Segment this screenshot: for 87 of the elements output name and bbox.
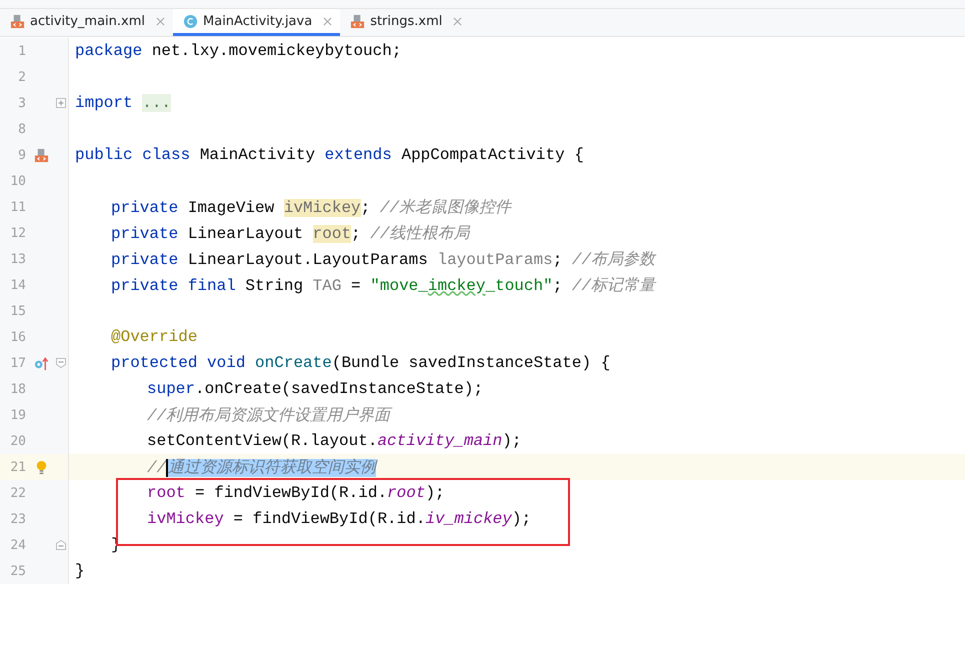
xml-file-icon xyxy=(10,14,25,28)
line-number: 19 xyxy=(9,408,26,422)
resource-id: iv_mickey xyxy=(425,510,512,528)
keyword: private xyxy=(111,198,178,216)
highlighted-identifier: root xyxy=(312,224,352,242)
keyword: public class xyxy=(75,146,190,164)
code-text: LinearLayout.LayoutParams xyxy=(186,250,429,268)
line-number: 11 xyxy=(9,200,26,214)
code-text: = findViewById(R.id. xyxy=(232,510,426,528)
line-number: 10 xyxy=(9,174,26,188)
file-tab[interactable]: MainActivity.java xyxy=(173,9,340,36)
line-number: 20 xyxy=(9,434,26,448)
code-text: ); xyxy=(512,510,532,528)
typo-word: imckey xyxy=(428,276,486,294)
code-comment: //米老鼠图像控件 xyxy=(380,198,512,216)
line-number: 24 xyxy=(9,538,26,552)
code-text: } xyxy=(75,562,85,580)
close-icon[interactable] xyxy=(453,16,462,26)
layout-file-icon[interactable] xyxy=(34,148,48,162)
code-text: MainActivity xyxy=(198,146,316,164)
keyword: package xyxy=(75,42,142,60)
method-name: onCreate xyxy=(255,354,332,372)
code-text: ; xyxy=(351,224,362,242)
code-text: LinearLayout xyxy=(186,224,304,242)
file-tab[interactable]: strings.xml xyxy=(340,9,470,36)
line-number: 8 xyxy=(17,122,26,136)
line-number: 15 xyxy=(9,304,26,318)
code-text: .onCreate(savedInstanceState); xyxy=(195,380,484,398)
class-file-icon xyxy=(183,14,198,28)
keyword: import xyxy=(75,94,134,112)
highlighted-identifier: ivMickey xyxy=(284,198,361,216)
expand-fold-icon[interactable] xyxy=(56,98,66,108)
line-number: 2 xyxy=(17,70,26,84)
line-number: 21 xyxy=(9,460,26,474)
collapse-fold-icon[interactable] xyxy=(56,540,66,550)
folded-imports: ... xyxy=(142,94,172,112)
keyword: extends xyxy=(324,146,392,164)
code-comment: // xyxy=(147,458,166,476)
string-literal: _touch" xyxy=(485,276,553,294)
annotation: @Override xyxy=(111,328,198,346)
code-text: ; xyxy=(360,198,372,216)
code-text: ; xyxy=(552,250,564,268)
keyword: private xyxy=(111,250,178,268)
keyword: private final xyxy=(111,276,236,294)
close-icon[interactable] xyxy=(156,16,166,26)
unused-identifier: layoutParams xyxy=(437,250,553,268)
line-number: 14 xyxy=(9,278,26,292)
collapse-fold-icon[interactable] xyxy=(56,358,66,368)
code-text: = findViewById(R.id. xyxy=(194,484,388,502)
code-text: (Bundle savedInstanceState) { xyxy=(332,354,610,372)
code-text: = xyxy=(350,276,362,294)
line-number: 13 xyxy=(9,252,26,266)
line-number: 25 xyxy=(9,564,26,578)
keyword: private xyxy=(111,224,178,242)
line-number: 12 xyxy=(9,226,26,240)
xml-file-icon xyxy=(350,14,366,28)
code-comment: //线性根布局 xyxy=(370,224,470,242)
code-text: AppCompatActivity { xyxy=(400,146,584,164)
code-text: net.lxy.movemickeybytouch; xyxy=(150,42,402,60)
line-number: 17 xyxy=(9,356,26,370)
keyword: protected void xyxy=(111,354,246,372)
resource-id: root xyxy=(387,484,426,502)
string-literal: "move_ xyxy=(370,276,428,294)
line-number: 16 xyxy=(9,330,26,344)
line-number: 3 xyxy=(17,96,26,110)
unused-identifier: TAG xyxy=(312,276,342,294)
field-name: root xyxy=(147,484,186,502)
code-text: ImageView xyxy=(186,198,276,216)
code-text: ); xyxy=(502,432,522,450)
close-icon[interactable] xyxy=(323,16,332,26)
file-tab[interactable]: activity_main.xml xyxy=(0,9,174,36)
field-name: ivMickey xyxy=(147,510,224,528)
line-number: 22 xyxy=(9,486,26,500)
line-number: 23 xyxy=(9,512,26,526)
keyword: super xyxy=(147,380,196,398)
line-number: 1 xyxy=(17,44,26,58)
code-comment: //布局参数 xyxy=(572,250,656,268)
line-number: 18 xyxy=(9,382,26,396)
code-text: String xyxy=(244,276,304,294)
code-text: ); xyxy=(425,484,445,502)
line-number: 9 xyxy=(17,148,26,162)
code-comment: //利用布局资源文件设置用户界面 xyxy=(147,406,390,424)
override-icon[interactable] xyxy=(34,356,48,370)
code-text: setContentView(R.layout. xyxy=(147,432,378,450)
code-comment: //标记常量 xyxy=(572,276,656,294)
resource-id: activity_main xyxy=(377,432,502,450)
code-text: ; xyxy=(552,276,564,294)
